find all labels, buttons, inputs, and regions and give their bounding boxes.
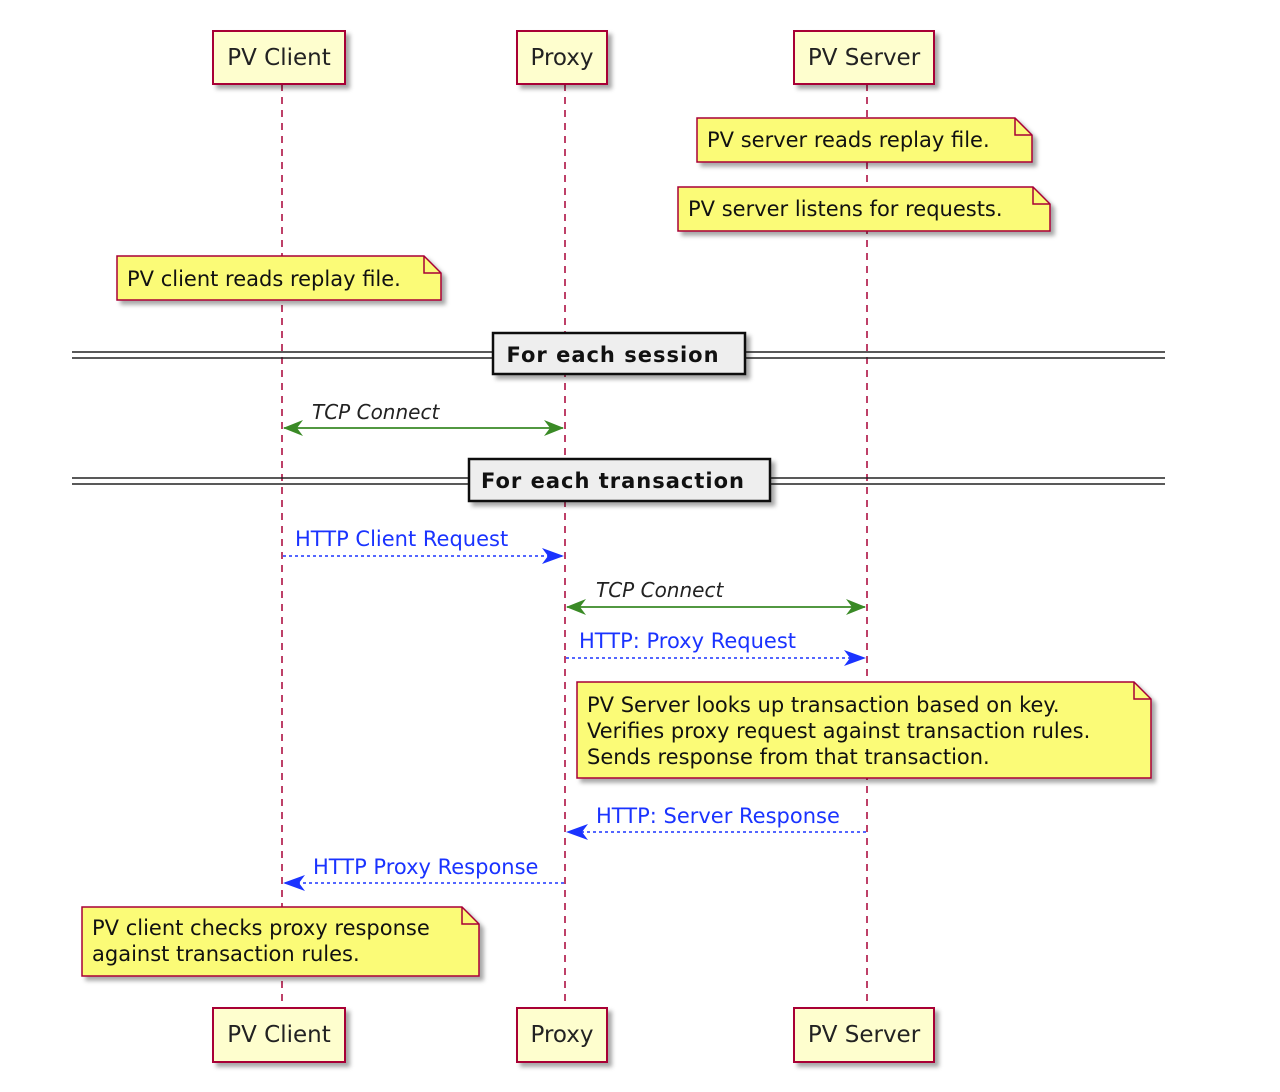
message-label: TCP Connect — [312, 400, 440, 424]
message-tcp-connect-client-proxy: TCP Connect — [283, 400, 564, 436]
participant-label: PV Client — [227, 1022, 331, 1048]
note-server-lookup: PV Server looks up transaction based on … — [576, 681, 1152, 779]
participant-pv-server-top[interactable]: PV Server — [793, 30, 935, 85]
sequence-diagram: PV Client Proxy PV Server PV Client Prox… — [72, 30, 1165, 1063]
message-http-proxy-response: HTTP Proxy Response — [283, 855, 564, 891]
participant-proxy-top[interactable]: Proxy — [516, 30, 608, 85]
participant-label: PV Server — [808, 1022, 921, 1048]
note-text: PV client reads replay file. — [127, 267, 401, 291]
participant-label: Proxy — [530, 45, 593, 71]
message-label: HTTP: Proxy Request — [579, 629, 796, 653]
divider-for-each-session: For each session — [72, 331, 1165, 376]
message-label: TCP Connect — [596, 578, 724, 602]
message-http-server-response: HTTP: Server Response — [566, 804, 866, 840]
note-client-checks: PV client checks proxy response against … — [81, 906, 480, 977]
note-server-reads: PV server reads replay file. — [696, 117, 1033, 163]
participant-label: PV Client — [227, 45, 331, 71]
participant-pv-client-top[interactable]: PV Client — [212, 30, 346, 85]
divider-label: For each transaction — [481, 469, 745, 493]
divider-for-each-transaction: For each transaction — [72, 457, 1165, 503]
note-text-line: Sends response from that transaction. — [587, 745, 990, 769]
message-http-proxy-request: HTTP: Proxy Request — [566, 629, 866, 666]
note-text-line: PV Server looks up transaction based on … — [587, 693, 1060, 717]
message-label: HTTP Proxy Response — [313, 855, 538, 879]
note-server-listens: PV server listens for requests. — [677, 186, 1051, 232]
note-text-line: against transaction rules. — [92, 942, 360, 966]
message-label: HTTP: Server Response — [596, 804, 840, 828]
message-label: HTTP Client Request — [295, 527, 508, 551]
participant-pv-server-bottom[interactable]: PV Server — [793, 1007, 935, 1063]
note-text-line: Verifies proxy request against transacti… — [587, 719, 1090, 743]
divider-label: For each session — [506, 343, 719, 367]
participant-label: Proxy — [530, 1022, 593, 1048]
participant-label: PV Server — [808, 45, 921, 71]
participant-proxy-bottom[interactable]: Proxy — [516, 1007, 608, 1063]
participant-pv-client-bottom[interactable]: PV Client — [212, 1007, 346, 1063]
message-http-client-request: HTTP Client Request — [283, 527, 564, 564]
note-text: PV server reads replay file. — [707, 128, 990, 152]
note-text-line: PV client checks proxy response — [92, 916, 430, 940]
note-text: PV server listens for requests. — [688, 197, 1003, 221]
note-client-reads: PV client reads replay file. — [116, 255, 442, 301]
message-tcp-connect-proxy-server: TCP Connect — [566, 578, 866, 615]
